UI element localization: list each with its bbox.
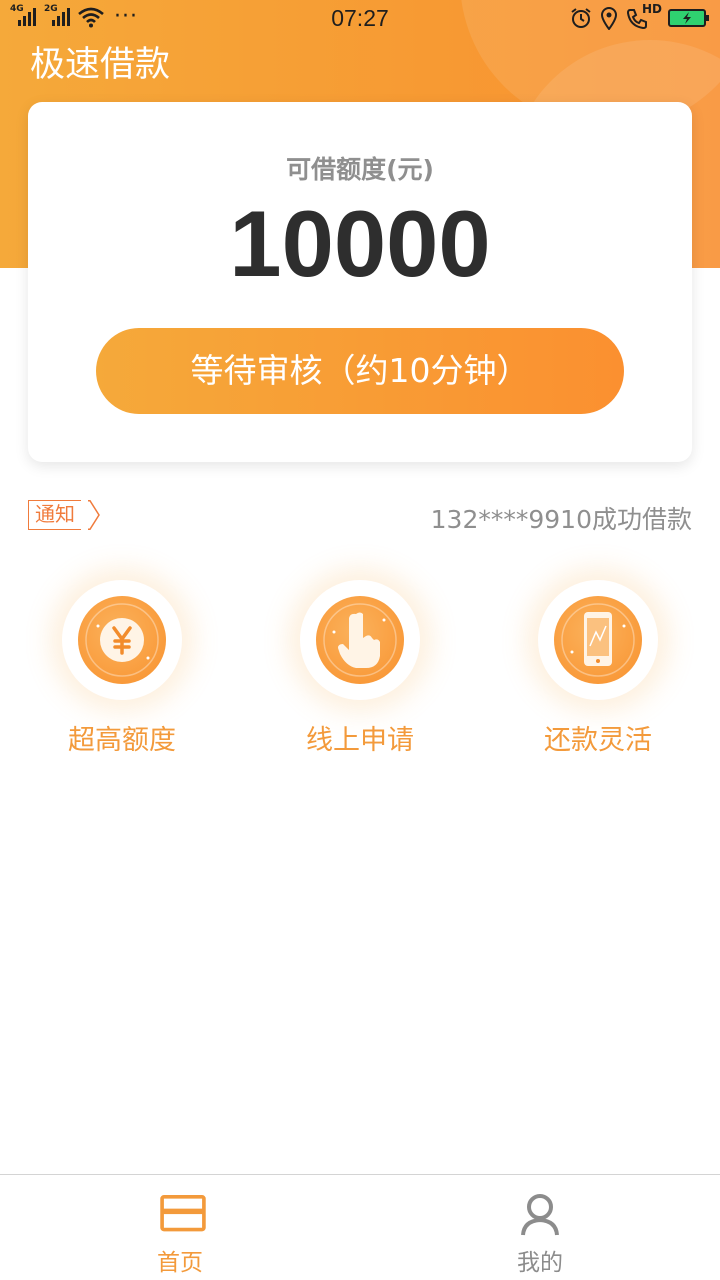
person-icon (521, 1194, 559, 1236)
bottom-tab-bar: 首页 我的 (0, 1174, 720, 1280)
feature-flexible-repay: 还款灵活 (498, 570, 698, 760)
tab-mine[interactable]: 我的 (360, 1175, 720, 1280)
location-icon (600, 7, 618, 30)
hd-call-icon: HD (626, 2, 662, 30)
app-title: 极速借款 (30, 45, 171, 85)
feature-label: 还款灵活 (544, 725, 652, 756)
tab-mine-label: 我的 (517, 1250, 563, 1276)
status-right: HD (570, 2, 709, 30)
feature-label: 超高额度 (68, 725, 176, 756)
tab-home[interactable]: 首页 (0, 1175, 360, 1280)
hd-label: HD (642, 2, 663, 16)
tab-home-label: 首页 (157, 1250, 203, 1276)
tap-hand-icon (316, 596, 404, 684)
feature-label: 线上申请 (306, 725, 414, 756)
feature-online-apply: 线上申请 (260, 570, 460, 760)
status-bar: 4G 2G ··· 07:27 HD (0, 0, 720, 38)
feature-list: 超高额度 线上申请 还款灵活 (0, 570, 720, 770)
notice-tag: 通知 (28, 500, 81, 530)
quota-label: 可借额度(元) (286, 155, 434, 184)
feature-high-limit: 超高额度 (22, 570, 222, 760)
alarm-icon (571, 8, 591, 28)
yen-coin-icon (78, 596, 166, 684)
battery-icon (668, 9, 709, 27)
home-card-icon (160, 1195, 206, 1232)
wait-review-button[interactable]: 等待审核（约10分钟） (96, 328, 624, 414)
quota-amount: 10000 (229, 191, 491, 296)
notice-tag-arrow-icon (88, 500, 100, 530)
notice-marquee-text: 132****9910成功借款 (430, 505, 692, 534)
notice-row: 通知 132****9910成功借款 (28, 500, 692, 534)
phone-icon (554, 596, 642, 684)
quota-card: 可借额度(元) 10000 等待审核（约10分钟） (28, 102, 692, 462)
